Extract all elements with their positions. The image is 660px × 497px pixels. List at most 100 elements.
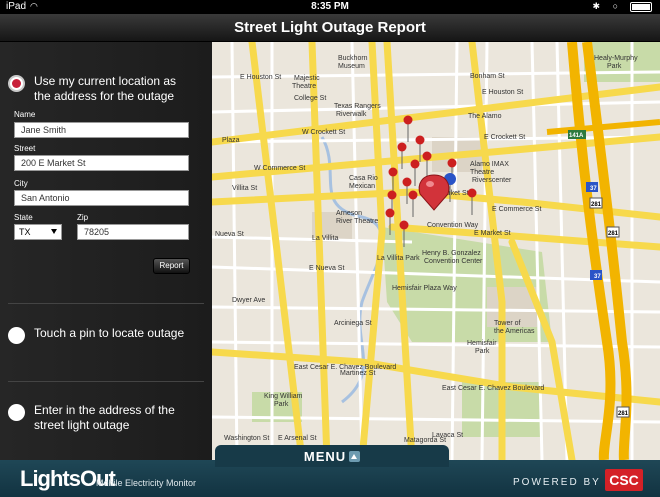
- report-panel: Use my current location as the address f…: [0, 42, 212, 460]
- name-label: Name: [14, 110, 36, 119]
- menu-button[interactable]: MENU: [215, 445, 449, 467]
- current-location-radio[interactable]: [8, 75, 25, 92]
- street-map[interactable]: E Houston St Majestic Theatre College St…: [212, 42, 660, 460]
- brand-tagline: Mobile Electricity Monitor: [96, 478, 197, 488]
- map-label: Plaza: [222, 137, 240, 144]
- pin-icon: [399, 220, 409, 230]
- pin-icon: [388, 167, 398, 177]
- divider: [8, 381, 204, 382]
- highway-shield: 141A: [569, 133, 584, 139]
- map-label: River Theatre: [336, 218, 378, 225]
- map-label: E Houston St: [482, 89, 523, 96]
- pin-icon: [408, 190, 418, 200]
- map-label: Riverscenter: [472, 177, 512, 184]
- map-label: Convention Center: [424, 258, 483, 265]
- map-label: E Arsenal St: [278, 435, 317, 442]
- highway-shield: 281: [608, 231, 619, 237]
- map-label: King William: [264, 393, 303, 400]
- map-label: Theatre: [470, 169, 494, 176]
- map-label: Buckhorn: [338, 55, 368, 62]
- battery-icon: [630, 2, 652, 12]
- pin-icon: [402, 177, 412, 187]
- clock: 8:35 PM: [311, 1, 349, 12]
- highway-shield: 281: [591, 202, 602, 208]
- pin-icon: [467, 188, 477, 198]
- highway-shield: 37: [594, 274, 601, 280]
- state-select[interactable]: TX: [14, 224, 62, 240]
- highway-shield: 37: [590, 186, 597, 192]
- menu-label: MENU: [303, 449, 347, 464]
- pin-icon: [387, 190, 397, 200]
- map-label: Theatre: [292, 83, 316, 90]
- map-label: E Nueva St: [309, 265, 344, 272]
- map-label: W Crockett St: [302, 129, 345, 136]
- map-label: Hemisfair: [467, 340, 497, 347]
- chevron-up-icon: [349, 451, 361, 462]
- pin-icon: [410, 159, 420, 169]
- rotation-lock-icon: ○: [612, 1, 618, 11]
- map-label: Texas Rangers: [334, 103, 381, 110]
- map-label: The Alamo: [468, 113, 502, 120]
- option-enter-address[interactable]: Enter in the address of the street light…: [8, 403, 184, 433]
- highway-shield: 281: [618, 411, 629, 417]
- city-field[interactable]: San Antonio: [14, 190, 189, 206]
- street-field[interactable]: 200 E Market St: [14, 155, 189, 171]
- map-label: Park: [475, 348, 490, 355]
- enter-address-radio[interactable]: [8, 404, 25, 421]
- chevron-down-icon: [51, 229, 57, 234]
- csc-logo: CSC: [605, 469, 643, 491]
- map-label: Hemisfair Plaza Way: [392, 285, 457, 292]
- map-label: Washington St: [224, 435, 269, 442]
- map-label: Healy-Murphy: [594, 55, 638, 62]
- pin-icon: [397, 142, 407, 152]
- state-label: State: [14, 213, 33, 222]
- name-field[interactable]: Jane Smith: [14, 122, 189, 138]
- report-button[interactable]: Report: [153, 258, 190, 274]
- map-label: Convention Way: [427, 222, 479, 229]
- map-label: College St: [294, 95, 326, 102]
- map-label: Tower of: [494, 320, 521, 327]
- map-label: Museum: [338, 63, 365, 70]
- map-label: W Commerce St: [254, 165, 305, 172]
- title-bar: Street Light Outage Report: [0, 14, 660, 42]
- state-value: TX: [19, 227, 31, 237]
- map-label: E Market St: [474, 230, 511, 237]
- map-label: E Crockett St: [484, 134, 525, 141]
- map-label: Riverwalk: [336, 111, 367, 118]
- touch-pin-label: Touch a pin to locate outage: [34, 326, 185, 340]
- map-label: E Commerce St: [492, 206, 541, 213]
- current-location-label: Use my current location as the address f…: [34, 74, 177, 103]
- map-label: Lavaca St: [432, 432, 463, 439]
- pin-icon: [385, 208, 395, 218]
- map-label: the Americas: [494, 328, 535, 335]
- map-label: Dwyer Ave: [232, 297, 265, 304]
- map-label: Mexican: [349, 183, 375, 190]
- map-label: Arciniega St: [334, 320, 372, 327]
- map-label: La Villita: [312, 235, 338, 242]
- zip-field[interactable]: 78205: [77, 224, 189, 240]
- pin-icon: [415, 135, 425, 145]
- divider: [8, 303, 204, 304]
- status-bar: iPad ◠ 8:35 PM ○ ✱: [0, 0, 660, 14]
- page-title: Street Light Outage Report: [234, 19, 426, 36]
- map-label: Majestic: [294, 75, 320, 82]
- map-label: Alamo IMAX: [470, 161, 509, 168]
- map-label: Park: [274, 401, 289, 408]
- pin-icon: [422, 151, 432, 161]
- map-label: Nueva St: [215, 231, 244, 238]
- map-label: Martinez St: [340, 370, 375, 377]
- map-label: La Villita Park: [377, 255, 420, 262]
- option-current-location[interactable]: Use my current location as the address f…: [8, 74, 184, 104]
- map-label: E Houston St: [240, 74, 281, 81]
- map-canvas[interactable]: E Houston St Majestic Theatre College St…: [212, 42, 660, 460]
- powered-by-label: POWERED BY: [513, 477, 601, 488]
- touch-pin-radio[interactable]: [8, 327, 25, 344]
- street-label: Street: [14, 144, 36, 153]
- map-label: East Cesar E. Chavez Boulevard: [442, 385, 544, 392]
- enter-address-label: Enter in the address of the street light…: [34, 403, 175, 432]
- map-label: Casa Rio: [349, 175, 378, 182]
- option-touch-pin[interactable]: Touch a pin to locate outage: [8, 326, 204, 344]
- bluetooth-icon: ✱: [592, 1, 600, 11]
- city-label: City: [14, 179, 28, 188]
- pin-icon: [447, 158, 457, 168]
